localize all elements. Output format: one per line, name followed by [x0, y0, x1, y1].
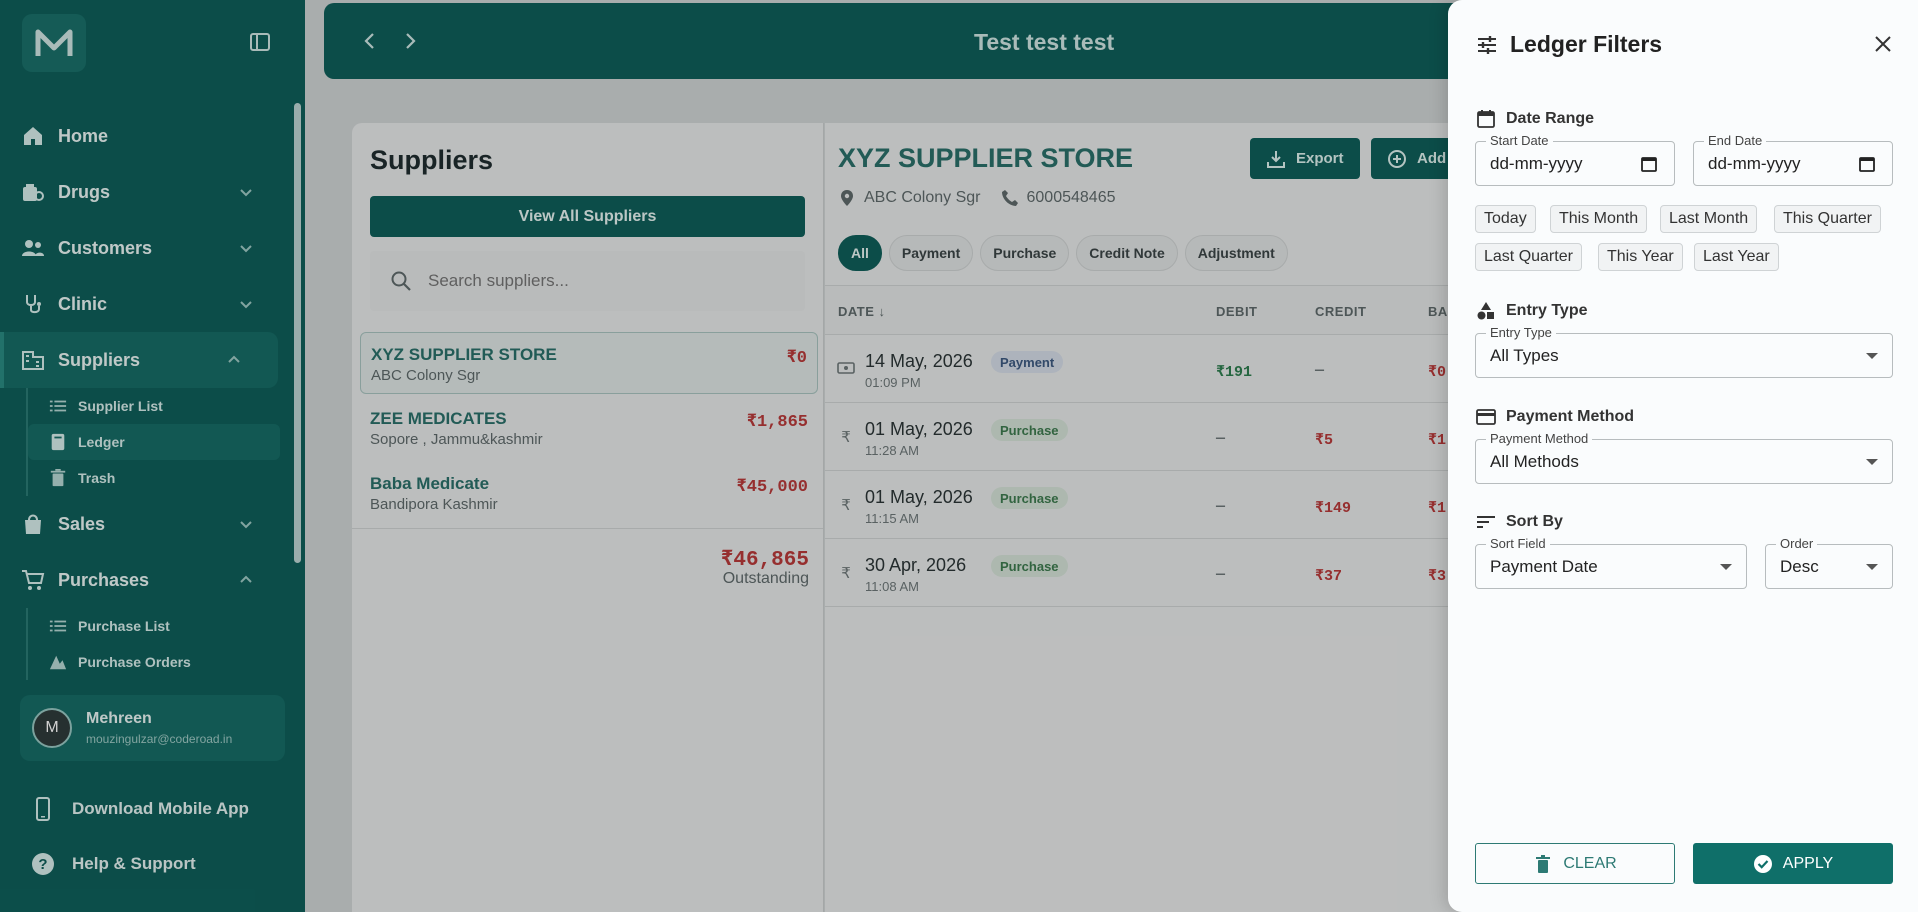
ledger-filters-drawer: Ledger Filters Date Range Start Date dd-…	[1448, 0, 1918, 912]
preset-last-year[interactable]: Last Year	[1694, 243, 1779, 271]
date-range-label: Date Range	[1506, 110, 1595, 127]
preset-this-month[interactable]: This Month	[1550, 205, 1648, 233]
clear-label: CLEAR	[1563, 854, 1617, 872]
end-date-label: End Date	[1704, 133, 1767, 148]
preset-this-year[interactable]: This Year	[1598, 243, 1683, 271]
sort-field-label: Sort Field	[1486, 536, 1550, 551]
drawer-title: Ledger Filters	[1510, 31, 1663, 57]
dropdown-caret-icon	[1866, 459, 1878, 465]
dropdown-caret-icon	[1866, 564, 1878, 570]
sort-order-label: Order	[1776, 536, 1818, 551]
end-date-value: dd-mm-yyyy	[1708, 154, 1801, 173]
preset-last-month[interactable]: Last Month	[1660, 205, 1758, 233]
delete-icon	[1533, 854, 1553, 874]
payment-method-select[interactable]: Payment Method All Methods	[1475, 431, 1893, 484]
sort-icon	[1476, 512, 1496, 532]
entry-type-field-label: Entry Type	[1486, 325, 1556, 340]
entry-type-value: All Types	[1490, 346, 1559, 365]
preset-today[interactable]: Today	[1475, 205, 1536, 233]
preset-last-quarter[interactable]: Last Quarter	[1475, 243, 1582, 271]
sort-field-select[interactable]: Sort Field Payment Date	[1475, 536, 1747, 589]
entry-type-label: Entry Type	[1506, 302, 1588, 319]
apply-filters-button[interactable]: APPLY	[1693, 843, 1893, 884]
apply-label: APPLY	[1782, 854, 1834, 872]
payment-method-label: Payment Method	[1506, 408, 1635, 425]
start-date-label: Start Date	[1486, 133, 1553, 148]
preset-this-quarter[interactable]: This Quarter	[1774, 205, 1881, 233]
dropdown-caret-icon	[1866, 353, 1878, 359]
payment-method-section-label: Payment Method	[1476, 407, 1634, 427]
start-date-value: dd-mm-yyyy	[1490, 154, 1583, 173]
sort-field-value: Payment Date	[1490, 557, 1598, 576]
payment-method-value: All Methods	[1490, 452, 1579, 471]
filter-sliders-icon	[1478, 36, 1496, 54]
payment-method-field-label: Payment Method	[1486, 431, 1593, 446]
date-range-section-label: Date Range	[1476, 109, 1594, 129]
entry-type-select[interactable]: Entry Type All Types	[1475, 325, 1893, 378]
sort-order-select[interactable]: Order Desc	[1765, 536, 1893, 589]
sort-by-label: Sort By	[1506, 513, 1563, 530]
dropdown-caret-icon	[1720, 564, 1732, 570]
category-shapes-icon	[1476, 301, 1496, 321]
sort-order-value: Desc	[1780, 557, 1819, 576]
start-date-field[interactable]: Start Date dd-mm-yyyy	[1475, 133, 1675, 186]
check-circle-icon	[1753, 854, 1773, 874]
end-date-field[interactable]: End Date dd-mm-yyyy	[1693, 133, 1893, 186]
credit-card-icon	[1476, 407, 1496, 427]
sort-by-section-label: Sort By	[1476, 512, 1563, 532]
entry-type-section-label: Entry Type	[1476, 301, 1588, 321]
clear-filters-button[interactable]: CLEAR	[1475, 843, 1675, 884]
calendar-icon	[1476, 109, 1496, 129]
calendar-picker-icon[interactable]	[1858, 155, 1876, 173]
close-icon[interactable]	[1873, 34, 1893, 54]
calendar-picker-icon[interactable]	[1640, 155, 1658, 173]
